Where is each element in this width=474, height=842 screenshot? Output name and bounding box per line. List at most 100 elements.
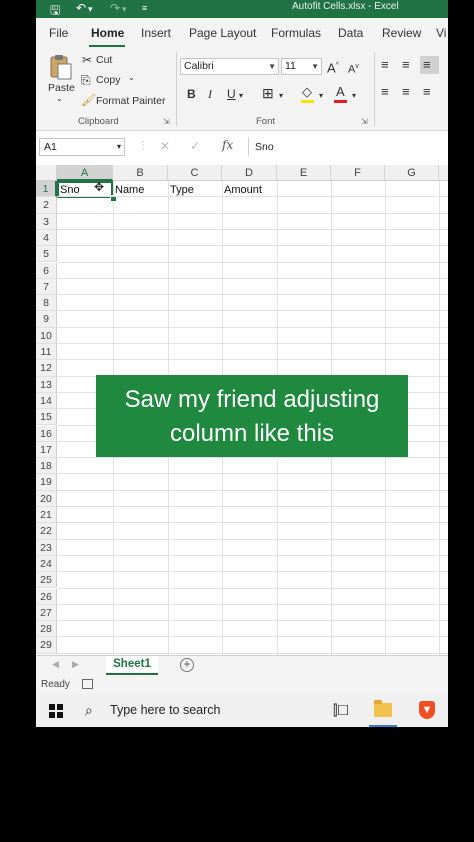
align-center-icon[interactable]: ≡ [402, 85, 410, 99]
copy-dropdown-icon[interactable]: ⌄ [128, 73, 135, 82]
fill-color-dropdown-icon[interactable]: ▾ [319, 89, 323, 103]
undo-icon[interactable]: ↶ [76, 1, 86, 15]
row-header-26[interactable]: 26 [36, 588, 57, 605]
row-header-1[interactable]: 1 [36, 181, 57, 198]
row-header-2[interactable]: 2 [36, 197, 57, 214]
row-header-16[interactable]: 16 [36, 425, 57, 442]
clipboard-launcher-icon[interactable]: ⇲ [163, 117, 170, 126]
fill-color-icon[interactable]: ◇ [302, 85, 312, 99]
undo-dropdown-icon[interactable]: ▾ [88, 4, 93, 15]
tab-formulas[interactable]: Formulas [271, 26, 321, 40]
row-header-11[interactable]: 11 [36, 344, 57, 361]
formula-input[interactable]: Sno [248, 138, 448, 156]
row-header-9[interactable]: 9 [36, 311, 57, 328]
row-header-8[interactable]: 8 [36, 295, 57, 312]
italic-button[interactable]: I [208, 87, 212, 101]
underline-dropdown-icon[interactable]: ▾ [239, 89, 243, 103]
add-sheet-icon[interactable]: + [180, 658, 194, 672]
align-middle-icon[interactable]: ≡ [402, 58, 410, 72]
cut-icon[interactable]: ✂ [82, 53, 92, 67]
align-top-icon[interactable]: ≡ [381, 58, 389, 72]
font-launcher-icon[interactable]: ⇲ [361, 117, 368, 126]
column-header-b[interactable]: B [113, 165, 168, 181]
row-header-20[interactable]: 20 [36, 490, 57, 507]
font-name-combo[interactable]: Calibri ▼ [180, 58, 279, 75]
column-header-d[interactable]: D [222, 165, 277, 181]
scroll-tabs-left-icon[interactable]: ◀ [52, 659, 59, 670]
enter-icon[interactable]: ✓ [190, 139, 200, 153]
tab-home[interactable]: Home [91, 26, 124, 40]
underline-button[interactable]: U [227, 87, 236, 101]
row-header-10[interactable]: 10 [36, 327, 57, 344]
row-header-23[interactable]: 23 [36, 539, 57, 556]
insert-function-icon[interactable]: fx [222, 138, 233, 152]
row-header-17[interactable]: 17 [36, 441, 57, 459]
font-color-dropdown-icon[interactable]: ▾ [352, 89, 356, 103]
windows-start-icon[interactable] [49, 704, 63, 718]
grid-line [57, 310, 448, 312]
font-name-value: Calibri [184, 60, 214, 72]
row-header-7[interactable]: 7 [36, 278, 57, 296]
cut-label[interactable]: Cut [96, 54, 112, 66]
tab-insert[interactable]: Insert [141, 26, 171, 40]
column-header-c[interactable]: C [168, 165, 222, 181]
row-header-27[interactable]: 27 [36, 604, 57, 622]
row-header-18[interactable]: 18 [36, 458, 57, 475]
name-box[interactable]: A1 ▾ [39, 138, 125, 156]
row-header-19[interactable]: 19 [36, 474, 57, 491]
align-right-icon[interactable]: ≡ [423, 85, 431, 99]
macro-record-icon[interactable] [82, 679, 93, 689]
row-header-22[interactable]: 22 [36, 523, 57, 540]
tab-view[interactable]: Vi [436, 26, 446, 40]
column-header-f[interactable]: F [331, 165, 385, 181]
column-header-a[interactable]: A [57, 165, 113, 181]
row-header-29[interactable]: 29 [36, 637, 57, 654]
column-header-h[interactable] [439, 165, 448, 181]
column-header-e[interactable]: E [277, 165, 331, 181]
bold-button[interactable]: B [187, 87, 196, 101]
column-header-g[interactable]: G [385, 165, 439, 181]
tab-file[interactable]: File [49, 26, 68, 40]
formula-bar-grip[interactable]: ⋮ [138, 140, 148, 151]
row-header-12[interactable]: 12 [36, 360, 57, 377]
tab-review[interactable]: Review [382, 26, 421, 40]
row-header-24[interactable]: 24 [36, 555, 57, 573]
row-header-21[interactable]: 21 [36, 507, 57, 524]
customize-qat-icon[interactable]: ≡ [142, 3, 147, 13]
row-header-4[interactable]: 4 [36, 229, 57, 247]
row-header-28[interactable]: 28 [36, 621, 57, 638]
file-explorer-icon[interactable] [374, 700, 392, 717]
row-header-5[interactable]: 5 [36, 246, 57, 263]
font-size-combo[interactable]: 11 ▼ [281, 58, 322, 75]
row-header-3[interactable]: 3 [36, 213, 57, 230]
borders-icon[interactable]: ⊞ [262, 86, 274, 100]
redo-icon[interactable]: ↷ [110, 1, 120, 15]
brave-browser-icon[interactable]: ▼ [419, 701, 435, 719]
row-header-6[interactable]: 6 [36, 262, 57, 279]
font-color-swatch [334, 100, 347, 103]
font-color-icon[interactable]: A [336, 85, 345, 99]
align-left-icon[interactable]: ≡ [381, 85, 389, 99]
select-all-button[interactable] [36, 165, 57, 181]
row-header-25[interactable]: 25 [36, 572, 57, 589]
borders-dropdown-icon[interactable]: ▾ [279, 89, 283, 103]
row-header-13[interactable]: 13 [36, 376, 57, 393]
copy-icon[interactable]: ⎘ [81, 73, 91, 87]
task-view-icon[interactable]: ⫿☐ [333, 702, 349, 719]
copy-label[interactable]: Copy [96, 74, 121, 86]
shrink-font-icon[interactable]: Av [348, 60, 359, 77]
row-header-15[interactable]: 15 [36, 409, 57, 426]
grow-font-icon[interactable]: A^ [327, 59, 339, 75]
taskbar-search-input[interactable]: Type here to search [110, 703, 220, 717]
tab-data[interactable]: Data [338, 26, 363, 40]
redo-dropdown-icon[interactable]: ▾ [122, 4, 127, 15]
format-painter-icon[interactable]: 🖌 [81, 93, 96, 107]
tab-page-layout[interactable]: Page Layout [189, 26, 256, 40]
tab-sheet1[interactable]: Sheet1 [106, 656, 158, 675]
row-header-14[interactable]: 14 [36, 392, 57, 410]
scroll-tabs-right-icon[interactable]: ▶ [72, 659, 79, 670]
align-bottom-button[interactable]: ≡ [420, 56, 439, 74]
search-icon[interactable]: ⌕ [85, 702, 93, 719]
cancel-icon[interactable]: ✕ [160, 139, 170, 153]
format-painter-label[interactable]: Format Painter [96, 95, 165, 107]
